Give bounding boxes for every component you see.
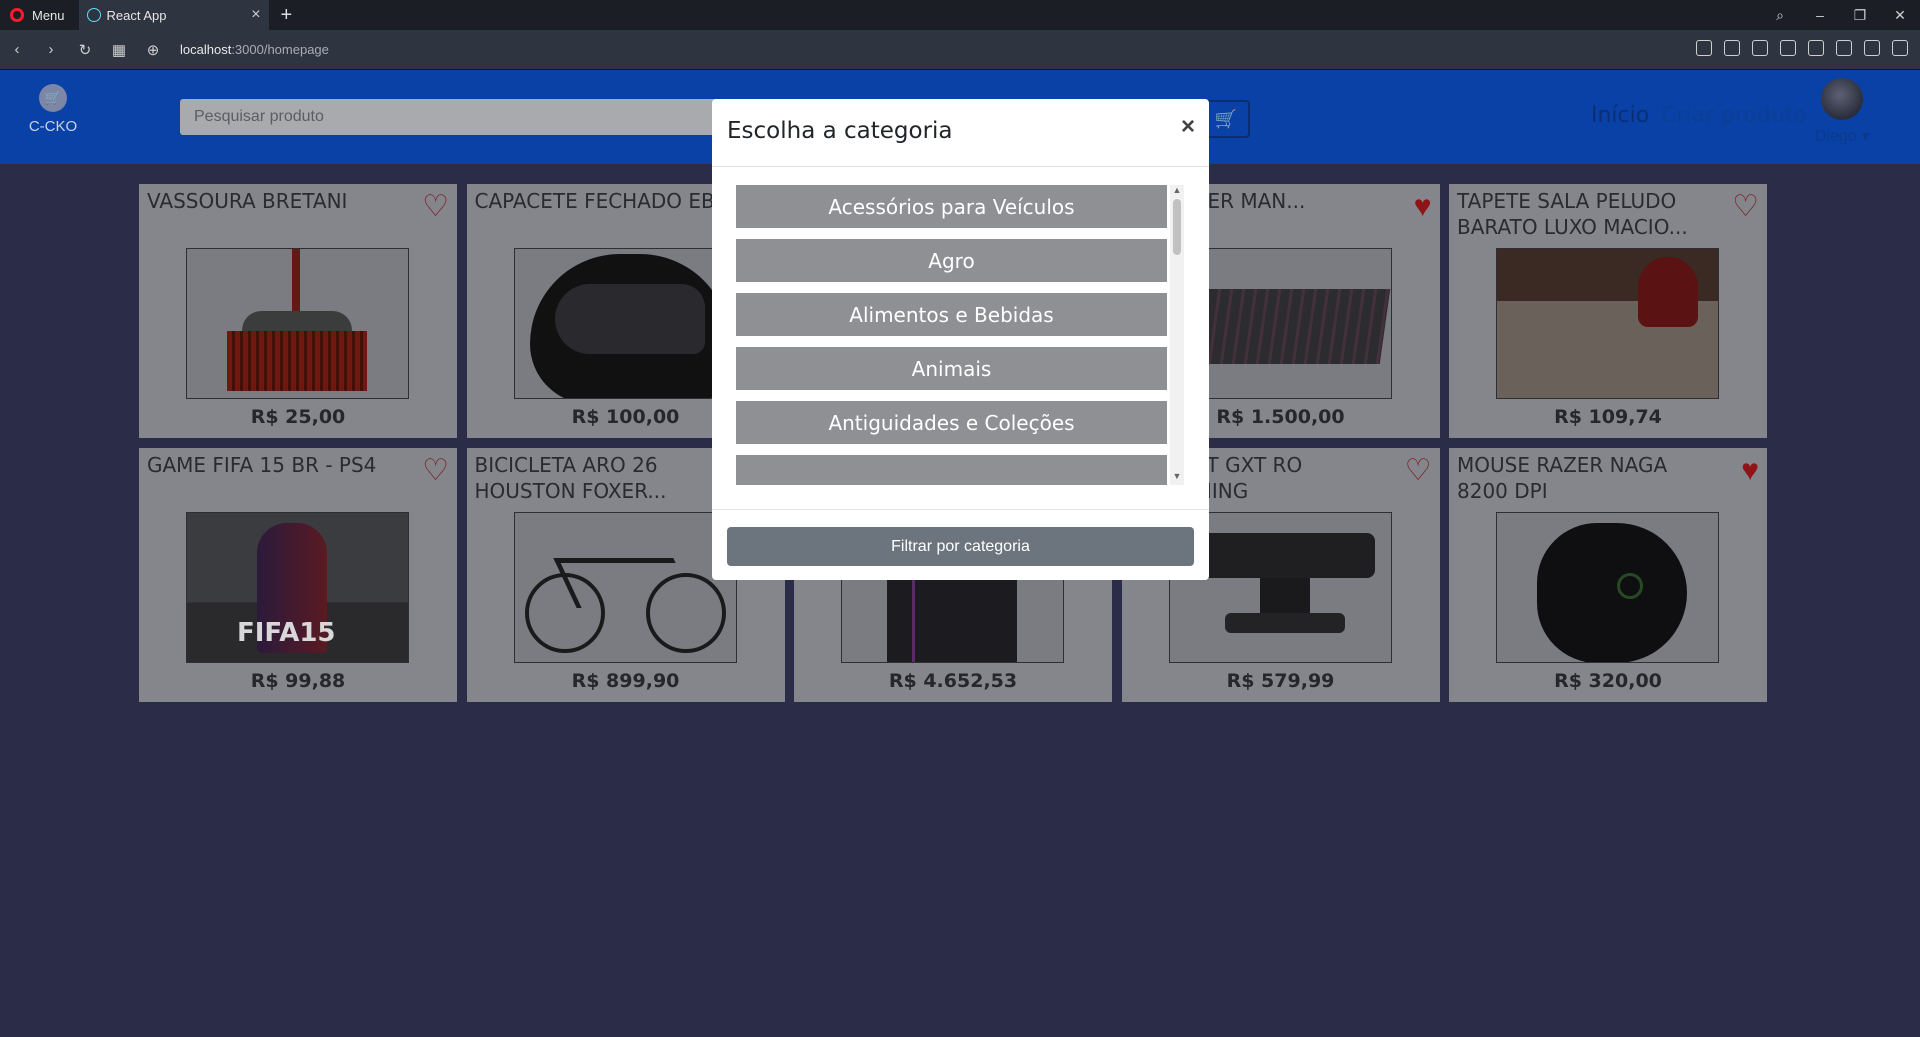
category-modal: Escolha a categoria × Acessórios para Ve… bbox=[712, 99, 1209, 580]
favorite-heart-filled-icon[interactable]: ♥ bbox=[1414, 192, 1432, 222]
cart-icon: 🛒 bbox=[1214, 108, 1238, 129]
opera-logo-icon bbox=[10, 8, 24, 22]
favorite-heart-outline-icon[interactable]: ♡ bbox=[422, 456, 449, 486]
scrollbar[interactable]: ▲ ▼ bbox=[1170, 185, 1184, 485]
product-title: CAPACETE FECHADO EBF bbox=[474, 189, 727, 213]
product-title: TAPETE SALA PELUDO BARATO LUXO MACIO... bbox=[1457, 189, 1688, 239]
extension-icons bbox=[1696, 40, 1908, 56]
menu-icon[interactable] bbox=[1892, 40, 1908, 56]
scroll-down-icon[interactable]: ▼ bbox=[1170, 471, 1184, 485]
product-price: R$ 899,90 bbox=[571, 670, 680, 692]
product-card[interactable]: GAME FIFA 15 BR - PS4 ♡ FIFA15 R$ 99,88 bbox=[139, 448, 457, 702]
rug-image bbox=[1496, 248, 1719, 399]
window-controls: ⌕ – ❐ ✕ bbox=[1760, 0, 1920, 30]
category-list-container[interactable]: Acessórios para Veículos Agro Alimentos … bbox=[736, 185, 1184, 485]
product-price: R$ 320,00 bbox=[1554, 670, 1662, 692]
url-path: :3000/homepage bbox=[231, 42, 329, 57]
back-icon[interactable]: ‹ bbox=[0, 41, 34, 58]
cart-logo-icon: 🛒 bbox=[39, 84, 67, 112]
site-info-icon[interactable]: ⊕ bbox=[136, 41, 170, 59]
product-title: MOUSE RAZER NAGA 8200 DPI bbox=[1457, 453, 1668, 503]
product-price: R$ 25,00 bbox=[250, 406, 346, 428]
url-field[interactable]: localhost:3000/homepage bbox=[180, 42, 329, 57]
browser-search-icon[interactable]: ⌕ bbox=[1760, 7, 1800, 24]
nav-criar-produto-link[interactable]: Criar produto bbox=[1661, 103, 1807, 128]
product-price: R$ 4.652,53 bbox=[888, 670, 1018, 692]
product-price: R$ 109,74 bbox=[1554, 406, 1662, 428]
scroll-thumb[interactable] bbox=[1173, 199, 1181, 255]
nav-inicio-link[interactable]: Início bbox=[1591, 103, 1649, 128]
category-button[interactable]: Agro bbox=[736, 239, 1167, 282]
product-price: R$ 99,88 bbox=[250, 670, 346, 692]
cart-button[interactable]: 🛒 bbox=[1202, 100, 1250, 138]
modal-title: Escolha a categoria bbox=[727, 118, 953, 144]
user-name: Diego bbox=[1815, 128, 1857, 145]
close-window-icon[interactable]: ✕ bbox=[1880, 7, 1920, 24]
restore-icon[interactable]: ❐ bbox=[1840, 7, 1880, 24]
shield-icon[interactable] bbox=[1752, 40, 1768, 56]
browser-menu-button[interactable]: Menu bbox=[0, 0, 79, 30]
cube-icon[interactable] bbox=[1836, 40, 1852, 56]
category-button[interactable] bbox=[736, 455, 1167, 485]
close-icon[interactable]: × bbox=[1181, 113, 1195, 141]
game-cover-image: FIFA15 bbox=[186, 512, 409, 663]
favorite-heart-outline-icon[interactable]: ♡ bbox=[1732, 192, 1759, 222]
product-card[interactable]: VASSOURA BRETANI ♡ R$ 25,00 bbox=[139, 184, 457, 438]
send-icon[interactable] bbox=[1780, 40, 1796, 56]
react-favicon-icon bbox=[86, 8, 101, 22]
new-tab-button[interactable]: + bbox=[281, 4, 293, 27]
chevron-down-icon: ▾ bbox=[1861, 128, 1870, 145]
favorite-heart-outline-icon[interactable]: ♡ bbox=[422, 192, 449, 222]
helmet-image bbox=[513, 248, 737, 399]
scroll-up-icon[interactable]: ▲ bbox=[1170, 185, 1184, 199]
product-card[interactable]: MOUSE RAZER NAGA 8200 DPI ♥ R$ 320,00 bbox=[1449, 448, 1767, 702]
category-button[interactable]: Alimentos e Bebidas bbox=[736, 293, 1167, 336]
brand-name: C-CKO bbox=[28, 118, 78, 135]
tab-close-icon[interactable]: × bbox=[251, 6, 260, 24]
bicycle-image bbox=[513, 512, 737, 663]
user-dropdown[interactable]: Diego ▾ bbox=[1815, 126, 1869, 146]
url-host: localhost bbox=[180, 42, 232, 57]
browser-tabbar: Menu React App × + ⌕ – ❐ ✕ bbox=[0, 0, 1920, 30]
product-title: GAME FIFA 15 BR - PS4 bbox=[147, 453, 377, 477]
modal-header: Escolha a categoria × bbox=[712, 99, 1209, 167]
category-button[interactable]: Antiguidades e Coleções bbox=[736, 401, 1167, 444]
heart-icon[interactable] bbox=[1808, 40, 1824, 56]
product-title: VASSOURA BRETANI bbox=[147, 189, 348, 213]
address-bar: ‹ › ↻ ▦ ⊕ localhost:3000/homepage bbox=[0, 30, 1920, 70]
tab-title: React App bbox=[106, 7, 167, 23]
forward-icon[interactable]: › bbox=[34, 41, 68, 58]
download-icon[interactable] bbox=[1864, 40, 1880, 56]
browser-menu-label: Menu bbox=[32, 7, 65, 23]
tabs-grid-icon[interactable]: ▦ bbox=[102, 41, 136, 59]
browser-tab[interactable]: React App × bbox=[78, 0, 269, 30]
brand-logo[interactable]: 🛒 C-CKO bbox=[26, 84, 80, 135]
category-button[interactable]: Acessórios para Veículos bbox=[736, 185, 1167, 228]
minimize-icon[interactable]: – bbox=[1800, 7, 1840, 23]
mouse-image bbox=[1496, 512, 1719, 663]
filter-by-category-button[interactable]: Filtrar por categoria bbox=[727, 527, 1194, 566]
product-card[interactable]: TAPETE SALA PELUDO BARATO LUXO MACIO... … bbox=[1449, 184, 1767, 438]
modal-footer: Filtrar por categoria bbox=[712, 509, 1209, 580]
favorite-heart-outline-icon[interactable]: ♡ bbox=[1405, 456, 1432, 486]
category-list: Acessórios para Veículos Agro Alimentos … bbox=[736, 185, 1167, 485]
zoom-icon[interactable] bbox=[1696, 40, 1712, 56]
camera-icon[interactable] bbox=[1724, 40, 1740, 56]
broom-image bbox=[186, 248, 409, 399]
reload-icon[interactable]: ↻ bbox=[68, 41, 102, 59]
product-price: R$ 579,99 bbox=[1226, 670, 1335, 692]
category-button[interactable]: Animais bbox=[736, 347, 1167, 390]
favorite-heart-filled-icon[interactable]: ♥ bbox=[1741, 456, 1759, 486]
avatar[interactable] bbox=[1821, 78, 1863, 120]
product-title: BICICLETA ARO 26 HOUSTON FOXER... bbox=[474, 453, 667, 503]
